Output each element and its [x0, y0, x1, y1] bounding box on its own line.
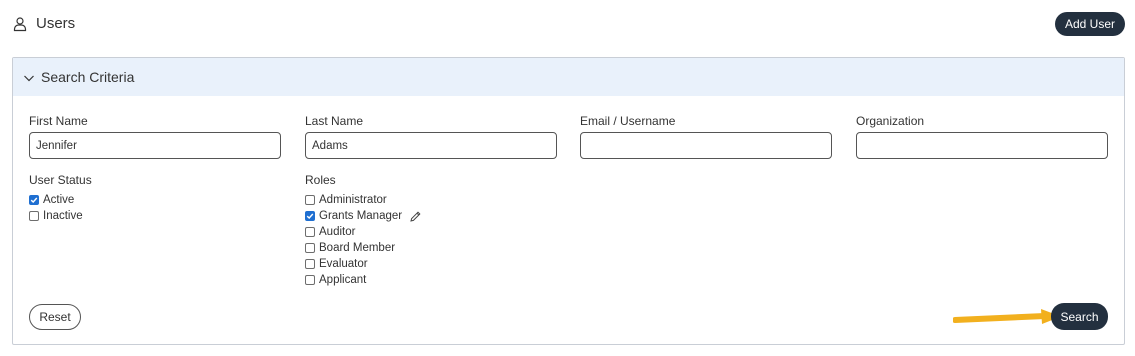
- email-label: Email / Username: [580, 114, 676, 128]
- last-name-input[interactable]: [305, 132, 557, 159]
- organization-label: Organization: [856, 114, 925, 128]
- auditor-checkbox[interactable]: [305, 227, 315, 237]
- user-status-label: User Status: [29, 173, 92, 187]
- status-option-label: Active: [43, 194, 75, 206]
- administrator-checkbox[interactable]: [305, 195, 315, 205]
- role-option-evaluator[interactable]: Evaluator: [305, 257, 368, 271]
- role-option-auditor[interactable]: Auditor: [305, 225, 355, 239]
- search-criteria-panel: Search Criteria First Name Last Name Ema…: [12, 57, 1125, 345]
- chevron-down-icon: [23, 71, 35, 83]
- grants-manager-checkbox[interactable]: [305, 211, 315, 221]
- role-option-applicant[interactable]: Applicant: [305, 273, 366, 287]
- add-user-button[interactable]: Add User: [1054, 12, 1125, 36]
- inactive-checkbox[interactable]: [29, 211, 39, 221]
- last-name-label: Last Name: [305, 114, 364, 128]
- panel-title: Search Criteria: [41, 69, 135, 85]
- user-icon: [12, 16, 28, 32]
- role-option-label: Administrator: [319, 194, 387, 206]
- board-member-checkbox[interactable]: [305, 243, 315, 253]
- role-option-board-member[interactable]: Board Member: [305, 241, 395, 255]
- email-input[interactable]: [580, 132, 832, 159]
- status-option-active[interactable]: Active: [29, 193, 74, 207]
- page-header: Users Add User: [12, 12, 1125, 38]
- organization-input[interactable]: [856, 132, 1108, 159]
- role-option-grants-manager[interactable]: Grants Manager: [305, 209, 422, 223]
- role-option-label: Board Member: [319, 242, 396, 254]
- evaluator-checkbox[interactable]: [305, 259, 315, 269]
- applicant-checkbox[interactable]: [305, 275, 315, 285]
- active-checkbox[interactable]: [29, 195, 39, 205]
- first-name-label: First Name: [29, 114, 88, 128]
- status-option-label: Inactive: [43, 210, 83, 222]
- role-option-administrator[interactable]: Administrator: [305, 193, 387, 207]
- search-button[interactable]: Search: [1051, 303, 1108, 330]
- pencil-icon[interactable]: [409, 210, 422, 223]
- role-option-label: Applicant: [319, 274, 367, 286]
- role-option-label: Auditor: [319, 226, 356, 238]
- arrow-right-icon: [953, 309, 1061, 324]
- role-option-label: Evaluator: [319, 258, 368, 270]
- search-criteria-header[interactable]: Search Criteria: [13, 58, 1124, 96]
- reset-button[interactable]: Reset: [29, 304, 81, 330]
- page-title: Users: [36, 15, 76, 32]
- first-name-input[interactable]: [29, 132, 281, 159]
- role-option-label: Grants Manager: [319, 210, 403, 222]
- status-option-inactive[interactable]: Inactive: [29, 209, 83, 223]
- page-title-wrap: Users: [12, 15, 75, 32]
- roles-label: Roles: [305, 173, 336, 187]
